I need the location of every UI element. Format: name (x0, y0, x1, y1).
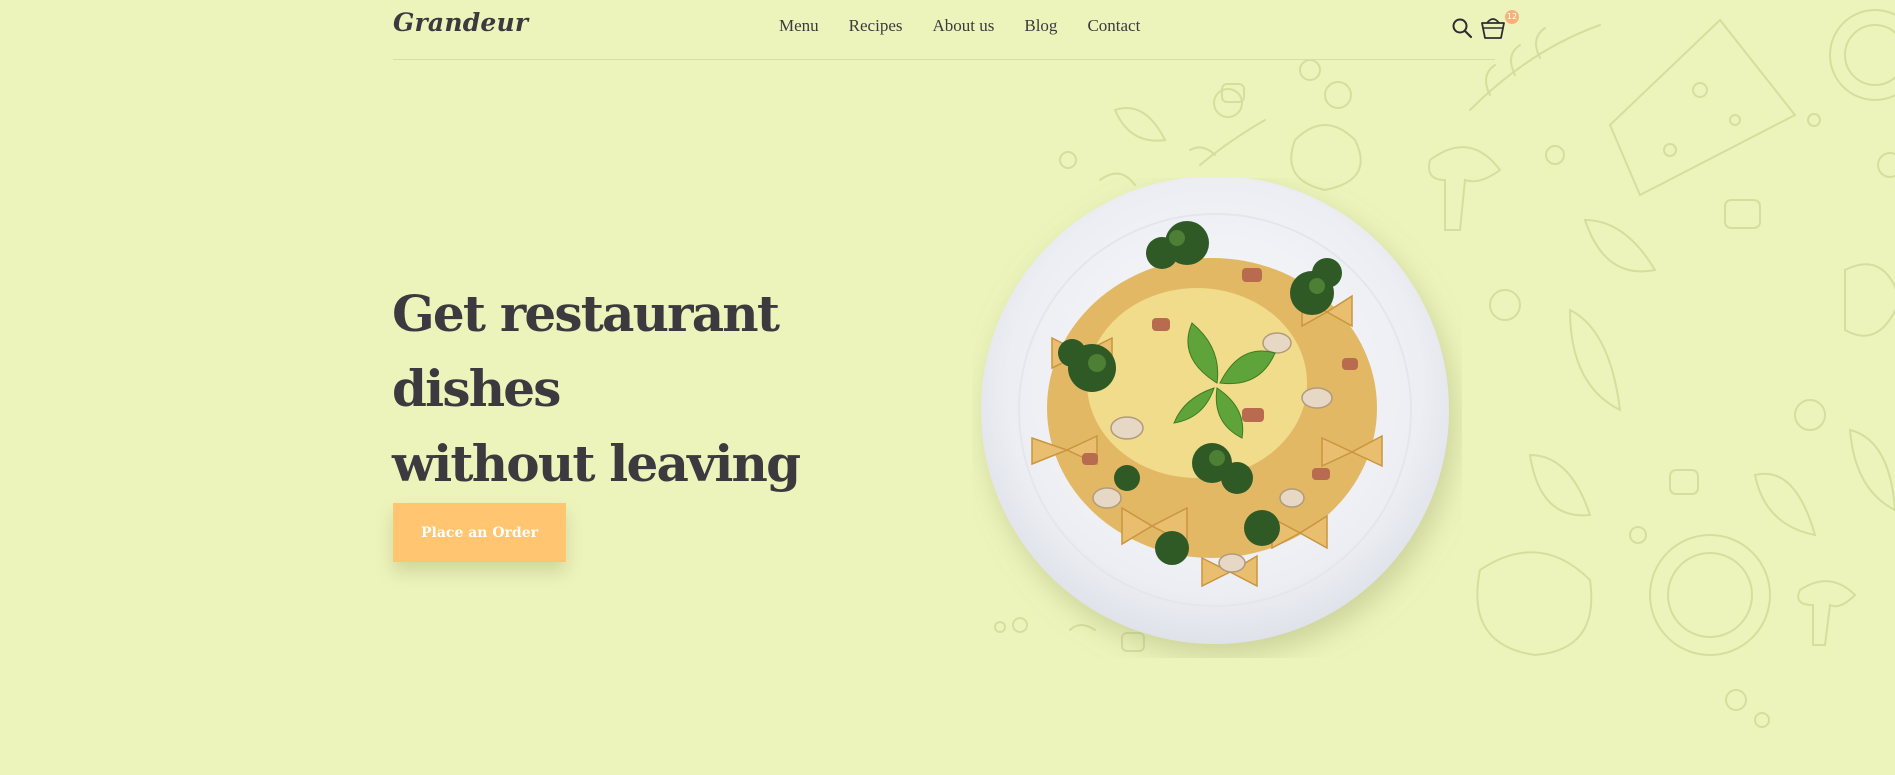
pasta-dish-image (981, 178, 1449, 644)
main-nav: Menu Recipes About us Blog Contact (779, 16, 1170, 36)
nav-item-contact[interactable]: Contact (1087, 16, 1140, 36)
nav-item-recipes[interactable]: Recipes (849, 16, 903, 36)
cart-count-badge: 12 (1505, 10, 1519, 24)
nav-item-blog[interactable]: Blog (1024, 16, 1057, 36)
site-header: Grandeur Menu Recipes About us Blog Cont… (393, 0, 1519, 60)
place-order-button[interactable]: Place an Order (393, 503, 566, 562)
search-icon[interactable] (1451, 17, 1473, 39)
nav-item-menu[interactable]: Menu (779, 16, 819, 36)
nav-item-about-us[interactable]: About us (933, 16, 995, 36)
brand-logo[interactable]: Grandeur (393, 8, 528, 37)
hero-title-line-1: Get restaurant dishes (392, 284, 780, 418)
